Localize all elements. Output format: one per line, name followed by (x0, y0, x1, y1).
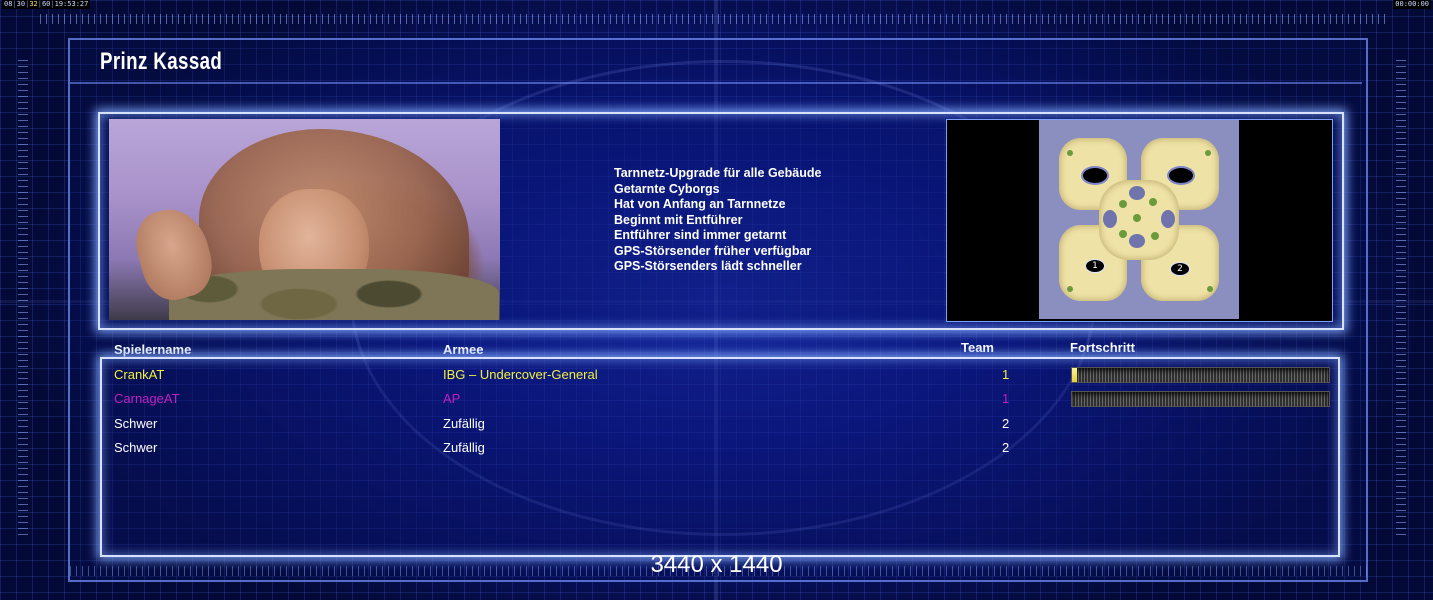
player-team: 2 (1002, 440, 1010, 455)
general-portrait (109, 119, 500, 320)
column-header-progress: Fortschritt (1070, 340, 1135, 355)
minimap-tree (1207, 286, 1213, 292)
player-army: Zufällig (443, 440, 485, 455)
hud-value: 32 (29, 0, 38, 8)
minimap-tree (1067, 150, 1073, 156)
perk-item: GPS-Störsenders lädt schneller (614, 259, 802, 273)
player-team: 1 (1002, 391, 1010, 406)
general-title: Prinz Kassad (100, 48, 223, 75)
minimap-crater (1161, 210, 1175, 228)
minimap-tree (1151, 232, 1159, 240)
minimap-start-position (1081, 166, 1109, 185)
player-progress-bar (1071, 391, 1330, 407)
minimap-crater (1103, 210, 1117, 228)
column-header-team: Team (961, 340, 994, 355)
hud-stats-overlay: 08|30|32|60|19:53:27 (2, 0, 91, 9)
player-name: CrankAT (114, 367, 165, 382)
player-row: Schwer Zufällig 2 (0, 413, 1433, 437)
perk-item: Entführer sind immer getarnt (614, 228, 787, 242)
minimap-tree (1119, 230, 1127, 238)
player-army: IBG – Undercover-General (443, 367, 598, 382)
hud-timer: 00:00:00 (1393, 0, 1431, 9)
minimap-player-slot-1: 1 (1085, 259, 1105, 273)
player-name: Schwer (114, 440, 158, 455)
player-row: Schwer Zufällig 2 (0, 437, 1433, 461)
minimap-tree (1119, 200, 1127, 208)
ruler-left (18, 60, 28, 540)
minimap: 1 2 (1039, 120, 1239, 319)
hud-value: 30 (16, 0, 26, 8)
minimap-crater (1129, 186, 1145, 200)
player-row: CarnageAT AP 1 (0, 388, 1433, 412)
perk-item: GPS-Störsender früher verfügbar (614, 243, 812, 258)
portrait-camo-uniform (169, 269, 499, 320)
hud-clock: 19:53:27 (54, 0, 89, 8)
player-name: Schwer (114, 416, 158, 431)
minimap-crater (1129, 234, 1145, 248)
perk-item: Hat von Anfang an Tarnnetze (614, 197, 786, 211)
ruler-right (1396, 60, 1406, 540)
player-progress-bar (1071, 367, 1330, 383)
perk-item: Tarnnetz-Upgrade für alle Gebäude (614, 166, 822, 180)
perk-item: Getarnte Cyborgs (614, 181, 720, 196)
column-header-player: Spielername (114, 342, 192, 357)
player-team: 1 (1002, 367, 1010, 382)
minimap-player-slot-2: 2 (1170, 262, 1190, 276)
player-team: 2 (1002, 416, 1010, 431)
minimap-tree (1067, 286, 1073, 292)
player-army: Zufällig (443, 416, 485, 431)
ruler-top (40, 14, 1390, 24)
progress-fill (1072, 368, 1078, 382)
title-bar (70, 40, 1362, 84)
general-perks-list: Tarnnetz-Upgrade für alle Gebäude Getarn… (614, 166, 821, 275)
minimap-start-position (1167, 166, 1195, 185)
minimap-tree (1149, 198, 1157, 206)
perk-item: Beginnt mit Entführer (614, 212, 743, 227)
minimap-tree (1133, 214, 1141, 222)
column-header-army: Armee (443, 342, 484, 357)
player-army: AP (443, 391, 461, 406)
resolution-label: 3440 x 1440 (650, 551, 783, 578)
minimap-tree (1205, 150, 1211, 156)
player-row: CrankAT IBG – Undercover-General 1 (0, 364, 1433, 388)
player-name: CarnageAT (114, 391, 180, 406)
